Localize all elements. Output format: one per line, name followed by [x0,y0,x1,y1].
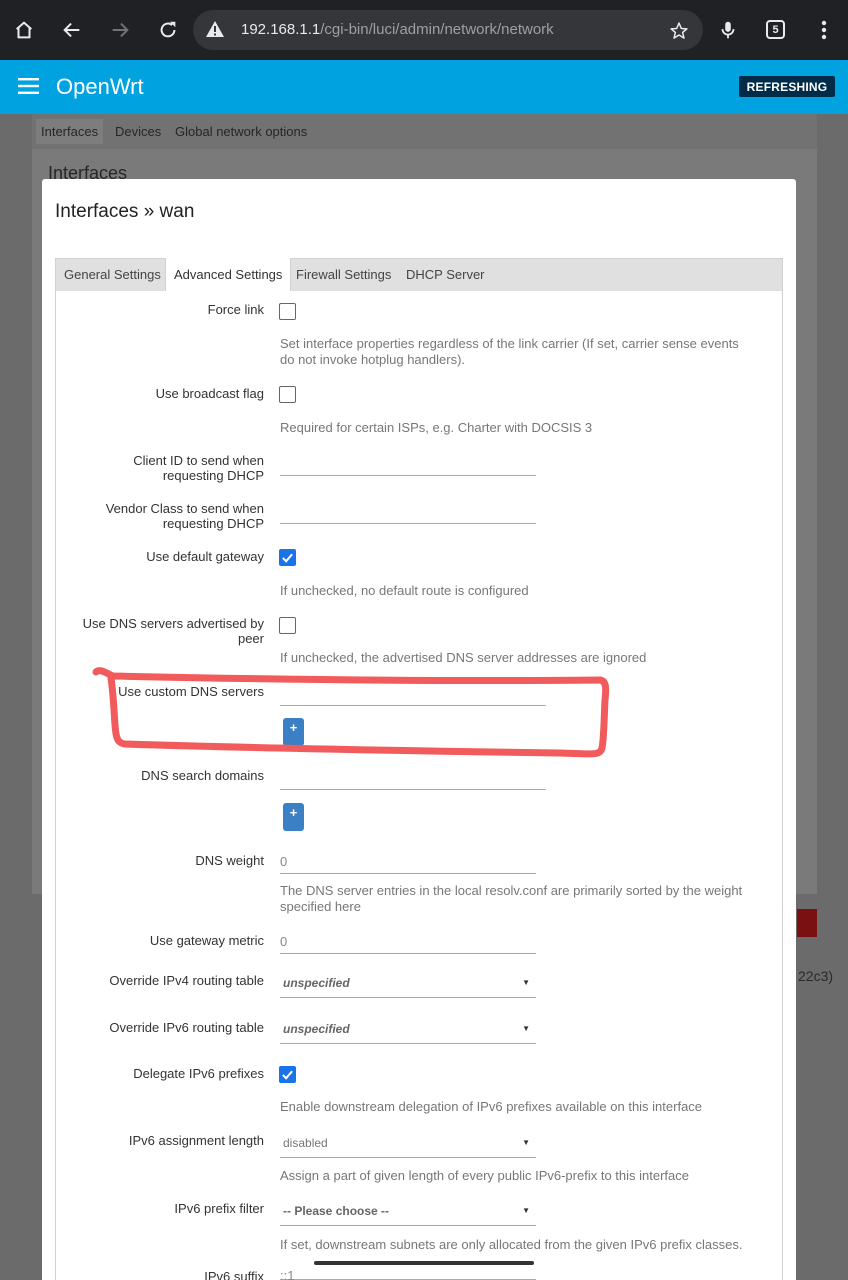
dns-search-add-button[interactable]: + [283,803,304,831]
ipv6-filter-label: IPv6 prefix filter [174,1201,264,1216]
dns-search-input[interactable] [280,768,546,790]
force-link-checkbox[interactable] [279,303,296,320]
warning-icon[interactable] [205,20,225,38]
bg-version: 22c3) [798,968,834,984]
home-icon[interactable] [8,14,40,46]
ipv4-table-value: unspecified [283,975,350,990]
back-arrow-icon[interactable] [56,14,88,46]
dropdown-arrow-icon: ▼ [522,1138,530,1147]
ipv6-suffix-label: IPv6 suffix [204,1269,264,1280]
default-gateway-desc: If unchecked, no default route is config… [280,583,529,598]
default-gateway-checkbox[interactable] [279,549,296,566]
vendor-class-input[interactable] [280,502,536,524]
app-title: OpenWrt [56,74,144,99]
force-link-label: Force link [207,302,264,317]
client-id-input[interactable] [280,454,536,476]
ipv6-filter-select[interactable]: -- Please choose -- ▼ [280,1196,536,1226]
tab-general-settings[interactable]: General Settings [56,258,169,291]
peer-dns-label: Use DNS servers advertised by peer [82,616,264,646]
broadcast-flag-checkbox[interactable] [279,386,296,403]
url-text: 192.168.1.1/cgi-bin/luci/admin/network/n… [241,21,554,38]
app-header: OpenWrt [0,60,848,114]
refreshing-badge[interactable]: REFRESHING [739,76,835,97]
dns-weight-label: DNS weight [195,853,264,868]
ipv6-assign-value: disabled [283,1135,328,1150]
delegate-ipv6-desc: Enable downstream delegation of IPv6 pre… [280,1099,703,1114]
gesture-handle [314,1261,534,1265]
delegate-ipv6-checkbox[interactable] [279,1066,296,1083]
bg-button [797,909,817,937]
dropdown-arrow-icon: ▼ [522,978,530,987]
hamburger-menu-icon[interactable] [18,77,40,95]
dns-weight-desc: The DNS server entries in the local reso… [280,883,743,914]
tab-dhcp-server[interactable]: DHCP Server [398,258,493,291]
ipv4-table-select[interactable]: unspecified ▼ [280,968,536,998]
custom-dns-label: Use custom DNS servers [118,684,264,699]
dns-search-label: DNS search domains [141,768,264,783]
force-link-desc: Set interface properties regardless of t… [280,336,739,367]
ipv6-table-label: Override IPv6 routing table [109,1020,264,1035]
dns-weight-input[interactable]: 0 [280,852,536,874]
menu-dots-icon[interactable] [808,14,840,46]
broadcast-flag-label: Use broadcast flag [155,386,264,401]
ipv6-assign-desc: Assign a part of given length of every p… [280,1168,689,1183]
delegate-ipv6-label: Delegate IPv6 prefixes [133,1066,264,1081]
gateway-metric-label: Use gateway metric [149,933,264,948]
bg-tab-global: Global network options [175,124,308,139]
tab-firewall-settings[interactable]: Firewall Settings [288,258,399,291]
tab-switcher-button[interactable]: 5 [766,20,785,39]
client-id-label: Client ID to send when requesting DHCP [133,453,264,483]
ipv6-suffix-input[interactable]: ::1 [280,1266,536,1280]
reload-icon[interactable] [152,14,184,46]
ipv4-table-label: Override IPv4 routing table [109,973,264,988]
bookmark-star-icon[interactable] [669,21,689,41]
dropdown-arrow-icon: ▼ [522,1206,530,1215]
ipv6-table-select[interactable]: unspecified ▼ [280,1014,536,1044]
ipv6-filter-desc: If set, downstream subnets are only allo… [280,1237,743,1252]
gateway-metric-input[interactable]: 0 [280,932,536,954]
ipv6-table-value: unspecified [283,1021,350,1036]
default-gateway-label: Use default gateway [146,549,264,564]
dropdown-arrow-icon: ▼ [522,1024,530,1033]
vendor-class-label: Vendor Class to send when requesting DHC… [105,501,264,531]
browser-toolbar: 192.168.1.1/cgi-bin/luci/admin/network/n… [0,0,848,60]
ipv6-assign-label: IPv6 assignment length [128,1133,264,1148]
microphone-icon[interactable] [712,14,744,46]
bg-tab-devices: Devices [115,124,162,139]
broadcast-flag-desc: Required for certain ISPs, e.g. Charter … [280,420,593,435]
ipv6-assign-select[interactable]: disabled ▼ [280,1128,536,1158]
custom-dns-input[interactable] [280,684,546,706]
checkmark-icon [282,1070,293,1080]
ipv6-filter-value: -- Please choose -- [283,1203,390,1218]
peer-dns-desc: If unchecked, the advertised DNS server … [280,650,647,665]
peer-dns-checkbox[interactable] [279,617,296,634]
checkmark-icon [282,553,293,563]
bg-tab-interfaces: Interfaces [36,119,104,144]
tab-advanced-settings[interactable]: Advanced Settings [165,258,292,291]
custom-dns-add-button[interactable]: + [283,718,304,746]
forward-arrow-icon[interactable] [104,14,136,46]
url-bar[interactable]: 192.168.1.1/cgi-bin/luci/admin/network/n… [193,10,703,50]
modal-title: Interfaces » wan [55,201,195,222]
